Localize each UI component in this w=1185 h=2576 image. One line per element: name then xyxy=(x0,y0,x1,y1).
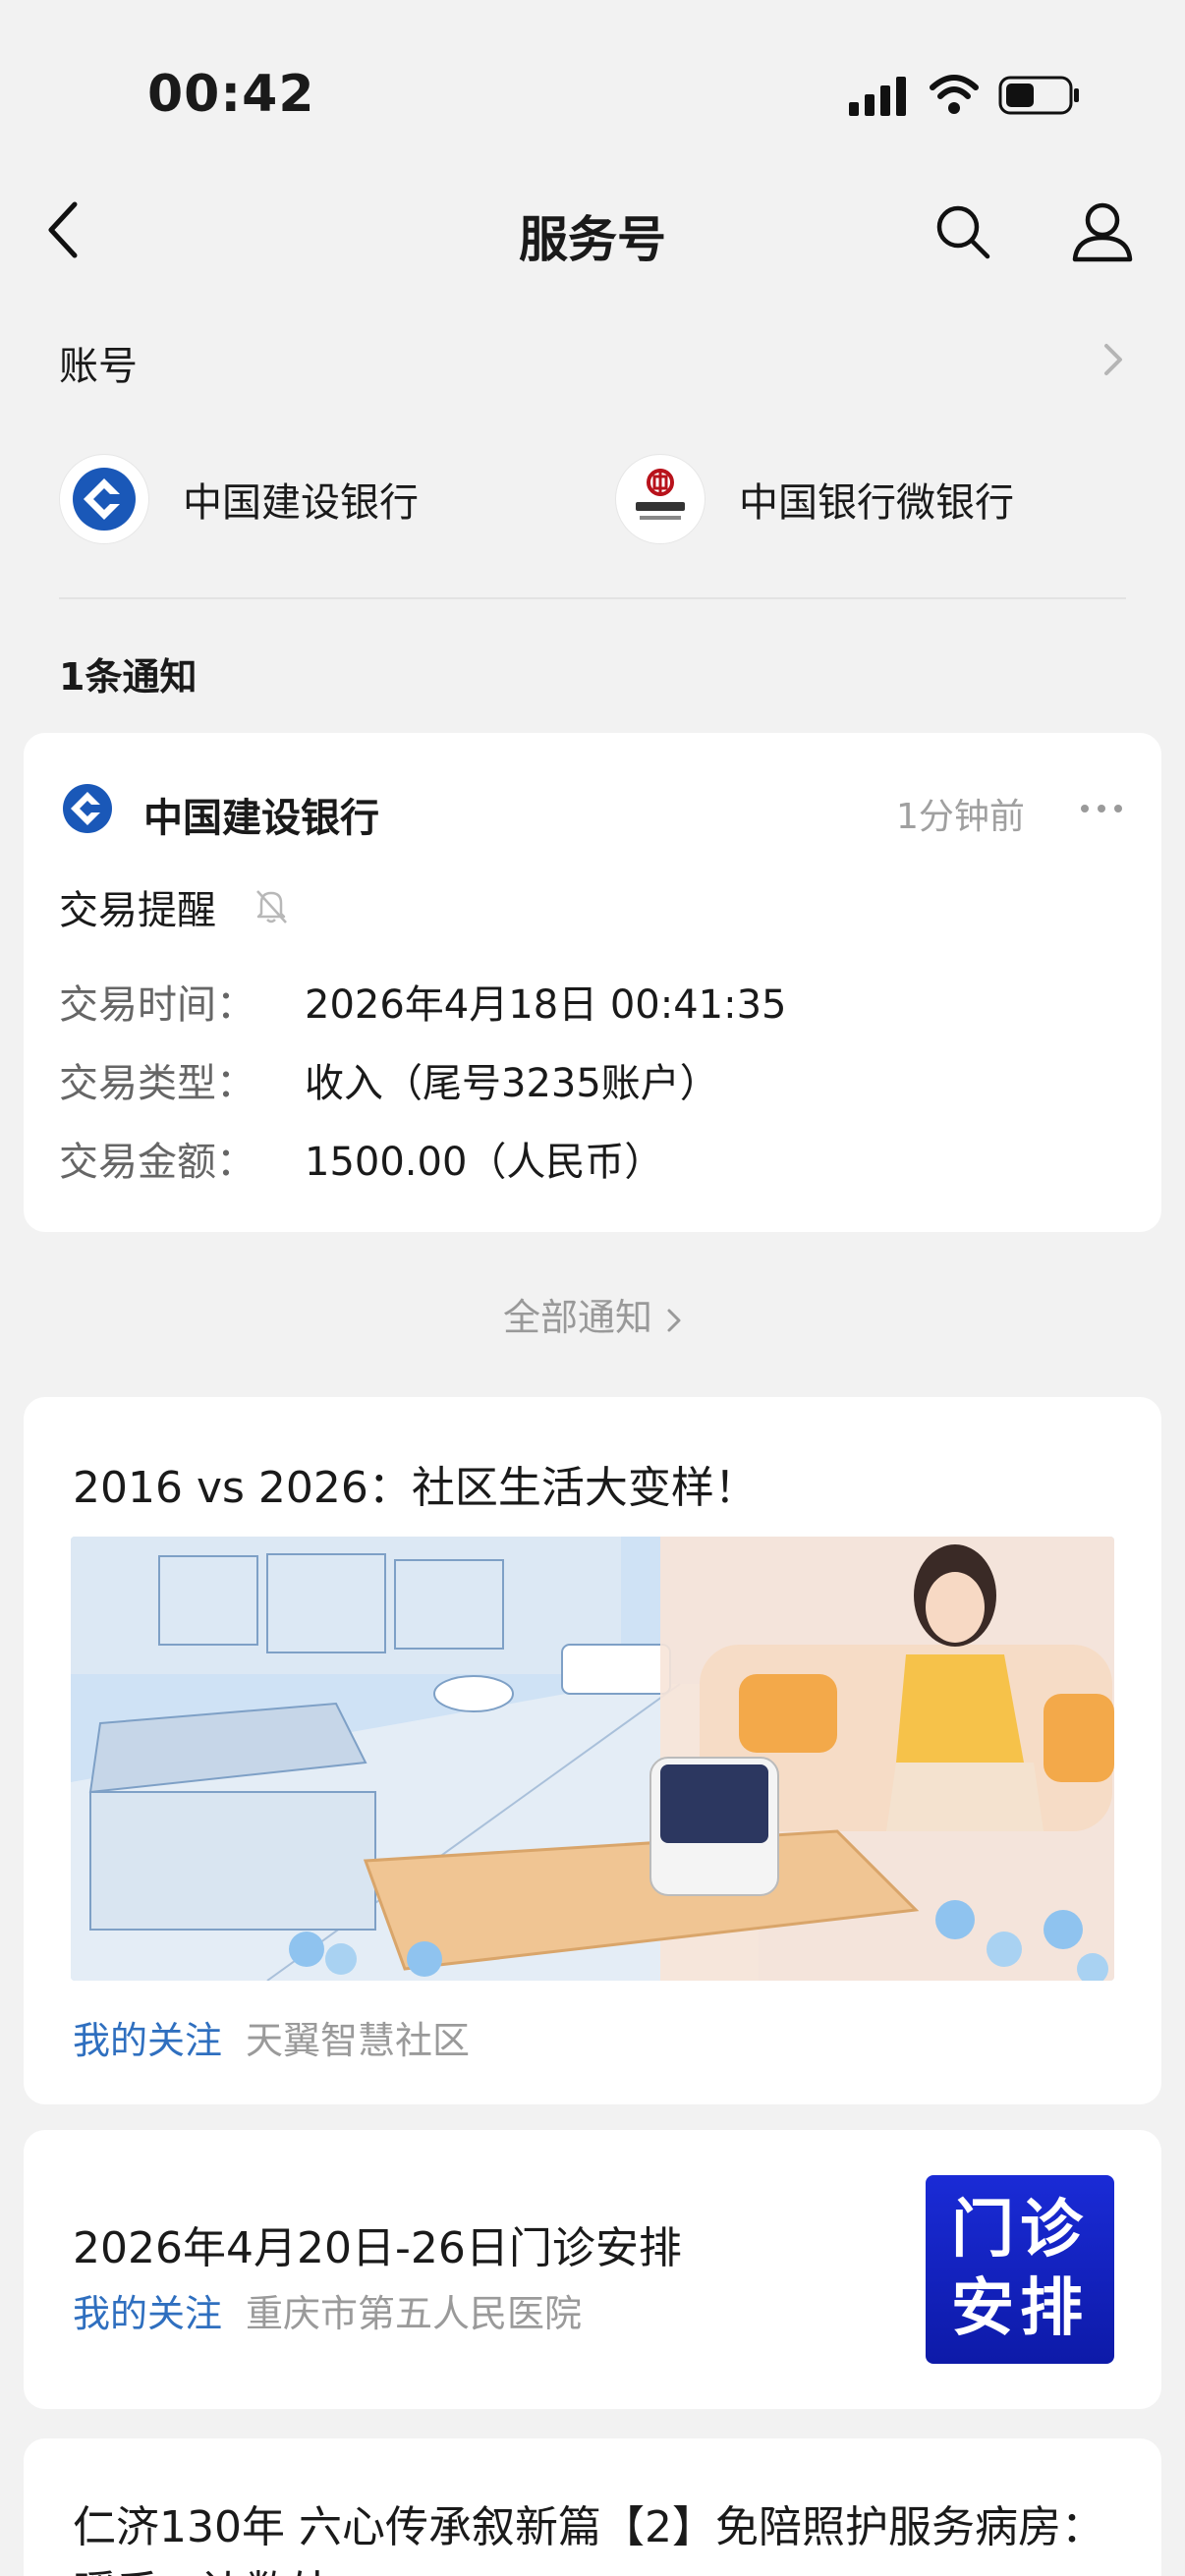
page-title: 服务号 xyxy=(519,211,666,268)
notification-time: 1分钟前 xyxy=(896,797,1025,837)
source-name: 天翼智慧社区 xyxy=(246,2019,471,2062)
article-source: 我的关注 重庆市第五人民医院 xyxy=(73,2283,582,2337)
thumbnail-text: 门诊 xyxy=(951,2194,1089,2267)
article-card[interactable]: 2016 vs 2026：社区生活大变样！ 我的关注 天翼智慧社区 xyxy=(24,1397,1161,2104)
row-label: 交易金额： xyxy=(59,1140,255,1185)
following-tag[interactable]: 我的关注 xyxy=(73,2292,222,2335)
search-icon[interactable] xyxy=(933,202,992,261)
article-thumbnail: 门诊 安排 xyxy=(926,2175,1114,2364)
article-source: 我的关注 天翼智慧社区 xyxy=(73,2010,470,2064)
transaction-time: 2026年4月18日 00:41:35 xyxy=(305,982,787,1028)
all-notices-link[interactable]: 全部通知 xyxy=(0,1287,1185,1341)
profile-icon[interactable] xyxy=(1071,200,1134,263)
muted-bell-icon xyxy=(256,890,287,924)
transaction-amount: 1500.00（人民币） xyxy=(305,1140,664,1185)
row-label: 交易类型： xyxy=(59,1061,255,1106)
status-time: 00:42 xyxy=(147,65,315,124)
ccb-logo-icon xyxy=(59,454,149,544)
notice-count: 1条通知 xyxy=(59,655,198,699)
notification-card[interactable]: 中国建设银行 1分钟前 交易提醒 交易时间： 2026年4月18日 00:41:… xyxy=(24,733,1161,1232)
row-label: 交易时间： xyxy=(59,982,255,1028)
notification-title: 交易提醒 xyxy=(59,888,216,933)
boc-logo-icon xyxy=(615,454,705,544)
article-card[interactable]: 仁济130年 六心传承叙新篇【2】免陪照护服务病房：暖乎一边数处 xyxy=(24,2438,1161,2576)
thumbnail-text: 安排 xyxy=(951,2272,1089,2345)
following-tag[interactable]: 我的关注 xyxy=(73,2019,222,2062)
all-notices-label: 全部通知 xyxy=(502,1296,652,1339)
chevron-right-icon xyxy=(667,1309,681,1331)
more-icon[interactable] xyxy=(1077,794,1126,823)
source-name: 重庆市第五人民医院 xyxy=(246,2292,583,2335)
cellular-signal-icon xyxy=(849,77,906,116)
divider xyxy=(59,597,1126,599)
article-card[interactable]: 2026年4月20日-26日门诊安排 我的关注 重庆市第五人民医院 门诊 安排 xyxy=(24,2130,1161,2409)
chevron-right-icon[interactable] xyxy=(1099,340,1128,379)
account-boc[interactable]: 中国银行微银行 xyxy=(615,454,1014,544)
article-title: 2026年4月20日-26日门诊安排 xyxy=(73,2223,682,2273)
account-ccb[interactable]: 中国建设银行 xyxy=(59,454,419,544)
transaction-type: 收入（尾号3235账户） xyxy=(305,1061,719,1106)
accounts-heading[interactable]: 账号 xyxy=(59,334,138,391)
article-title: 仁济130年 六心传承叙新篇【2】免陪照护服务病房：暖乎一边数处 xyxy=(73,2502,1104,2576)
battery-icon xyxy=(998,76,1079,115)
ccb-logo-icon xyxy=(63,784,112,833)
wifi-icon xyxy=(930,75,979,114)
account-name: 中国银行微银行 xyxy=(739,480,1014,526)
article-cover-image xyxy=(71,1537,1114,1981)
account-name: 中国建设银行 xyxy=(183,480,419,526)
article-title: 2016 vs 2026：社区生活大变样！ xyxy=(73,1463,758,1513)
notification-sender: 中国建设银行 xyxy=(143,796,379,841)
